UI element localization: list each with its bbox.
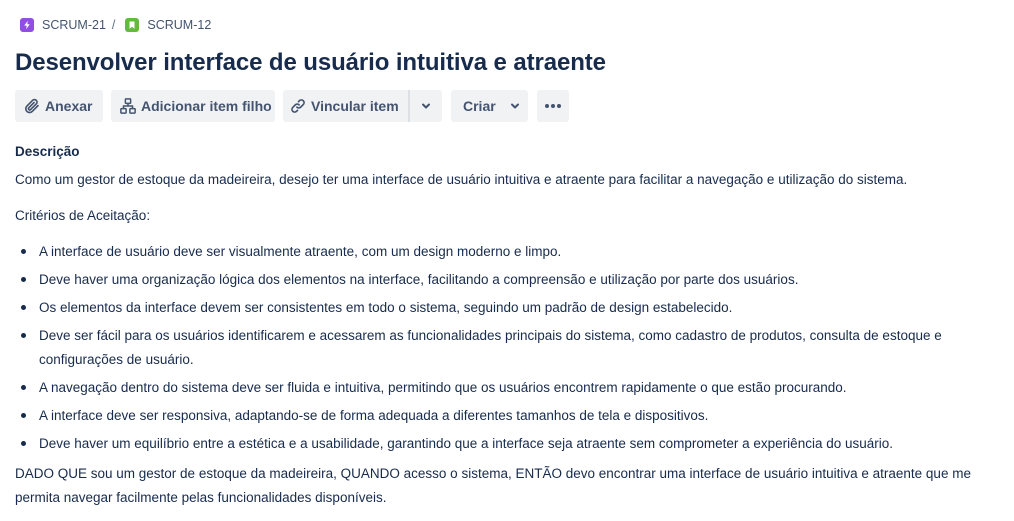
breadcrumb-parent-link[interactable]: SCRUM-21 (20, 18, 106, 32)
list-item: A navegação dentro do sistema deve ser f… (15, 376, 1000, 400)
issue-title[interactable]: Desenvolver interface de usuário intuiti… (15, 49, 606, 77)
epic-lightning-icon (20, 18, 34, 32)
attach-button-label: Anexar (45, 98, 93, 114)
story-bookmark-icon (125, 18, 140, 32)
more-actions-button[interactable] (537, 90, 569, 122)
add-child-item-label: Adicionar item filho (141, 98, 272, 114)
list-item: Deve haver uma organização lógica dos el… (15, 268, 1000, 292)
description-intro: Como um gestor de estoque da madeireira,… (15, 172, 908, 187)
add-child-item-button[interactable]: Adicionar item filho (111, 90, 275, 122)
description-heading: Descrição (15, 144, 80, 159)
attach-button[interactable]: Anexar (15, 90, 103, 122)
breadcrumb-separator: / (111, 18, 116, 32)
paperclip-icon (23, 97, 41, 115)
hierarchy-icon (119, 97, 137, 115)
create-button-label: Criar (463, 98, 496, 114)
description-section: Descrição Como um gestor de estoque da m… (15, 143, 1000, 510)
acceptance-criteria-heading: Critérios de Aceitação: (15, 208, 151, 223)
chevron-down-icon (506, 97, 524, 115)
list-item: Deve haver um equilíbrio entre a estétic… (15, 432, 1000, 456)
more-horizontal-icon (544, 97, 562, 115)
list-item: A interface deve ser responsiva, adaptan… (15, 404, 1000, 428)
issue-toolbar: Anexar Adicionar item filho Vincular ite… (15, 90, 569, 122)
breadcrumb-current-link[interactable]: SCRUM-12 (125, 18, 211, 32)
list-item: Os elementos da interface devem ser cons… (15, 296, 1000, 320)
chevron-down-icon (417, 97, 435, 115)
link-item-dropdown-button[interactable] (410, 90, 442, 122)
link-item-button[interactable]: Vincular item (283, 90, 408, 122)
acceptance-criteria-list: A interface de usuário deve ser visualme… (15, 240, 1000, 456)
breadcrumb: SCRUM-21 / SCRUM-12 (20, 16, 211, 34)
description-editor[interactable]: Como um gestor de estoque da madeireira,… (15, 168, 1000, 510)
create-dropdown-button[interactable]: Criar (451, 90, 528, 122)
list-item: A interface de usuário deve ser visualme… (15, 240, 1000, 264)
gherkin-statement: DADO QUE sou um gestor de estoque da mad… (15, 466, 971, 505)
link-item-label: Vincular item (311, 98, 399, 114)
link-item-split-button: Vincular item (283, 90, 442, 122)
breadcrumb-current-key: SCRUM-12 (147, 18, 212, 32)
link-icon (289, 97, 307, 115)
breadcrumb-parent-key: SCRUM-21 (42, 18, 106, 32)
list-item: Deve ser fácil para os usuários identifi… (15, 324, 1000, 372)
